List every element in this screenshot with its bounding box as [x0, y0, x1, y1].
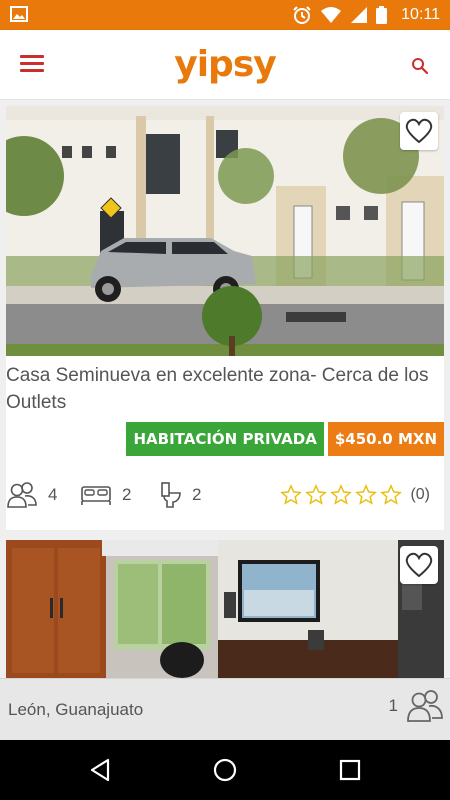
listing-card[interactable]: Casa Seminueva en excelente zona- Cerca …: [6, 106, 444, 530]
beds-feature: 2: [80, 476, 131, 514]
status-icons: 10:11: [292, 0, 440, 30]
room-type-badge: HABITACIÓN PRIVADA: [126, 422, 324, 456]
star-icon: [305, 484, 328, 505]
rating-stars: (0): [280, 476, 430, 514]
image-icon: [10, 6, 28, 22]
favorite-button[interactable]: [400, 112, 438, 150]
listing-photo[interactable]: [6, 106, 444, 356]
heart-icon: [405, 552, 433, 578]
listing-features: 4 2 2 (0): [6, 476, 444, 514]
location-bar[interactable]: León, Guanajuato 1: [0, 678, 450, 740]
baths-feature: 2: [160, 476, 201, 514]
price-badge: $450.0 MXN: [327, 422, 444, 456]
guests-filter[interactable]: 1: [389, 689, 444, 723]
star-icon: [280, 484, 303, 505]
listing-photo[interactable]: [6, 540, 444, 678]
favorite-button[interactable]: [400, 546, 438, 584]
star-icon: [355, 484, 378, 505]
listings-feed[interactable]: Casa Seminueva en excelente zona- Cerca …: [0, 100, 450, 678]
guests-feature: 4: [6, 476, 57, 514]
star-icon: [330, 484, 353, 505]
guests-icon: [7, 482, 37, 508]
listing-card[interactable]: [6, 540, 444, 678]
app-header: yipsy: [0, 30, 450, 100]
back-icon[interactable]: [88, 757, 114, 783]
baths-count: 2: [192, 485, 202, 504]
toilet-icon: [161, 482, 181, 508]
guests-count: 1: [388, 696, 398, 715]
guests-count: 4: [48, 485, 58, 504]
guests-icon: [407, 690, 443, 722]
listing-badges: HABITACIÓN PRIVADA $450.0 MXN: [126, 422, 444, 456]
search-icon[interactable]: [410, 56, 430, 76]
listing-title[interactable]: Casa Seminueva en excelente zona- Cerca …: [6, 362, 438, 416]
beds-count: 2: [122, 485, 132, 504]
app-logo[interactable]: yipsy: [0, 44, 450, 85]
alarm-icon: [293, 6, 311, 24]
recents-icon[interactable]: [337, 757, 363, 783]
heart-icon: [405, 118, 433, 144]
location-text: León, Guanajuato: [8, 700, 144, 719]
status-time: 10:11: [401, 6, 440, 23]
system-nav-bar: [0, 740, 450, 800]
bed-icon: [81, 486, 111, 505]
battery-icon: [376, 6, 388, 24]
signal-icon: [351, 7, 368, 23]
rating-count: (0): [410, 486, 430, 503]
star-icon: [380, 484, 403, 505]
home-icon[interactable]: [212, 757, 238, 783]
wifi-icon: [321, 7, 342, 23]
status-bar: 10:11: [0, 0, 450, 30]
